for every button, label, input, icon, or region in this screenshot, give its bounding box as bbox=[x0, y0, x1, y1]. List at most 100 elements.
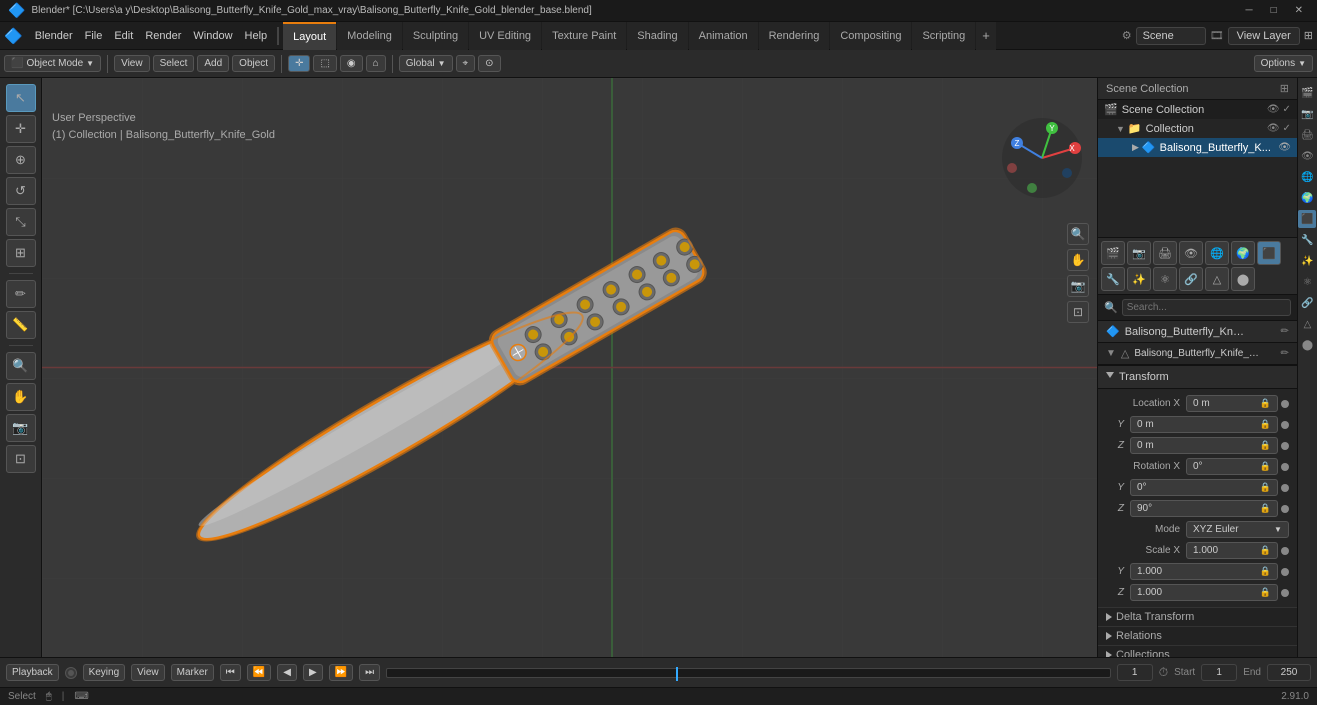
render-props-icon[interactable]: 📷 bbox=[1298, 105, 1316, 123]
scale-x-input[interactable]: 1.000 🔒 bbox=[1186, 542, 1278, 559]
start-frame-input[interactable] bbox=[1201, 664, 1237, 681]
rotation-x-input[interactable]: 0° 🔒 bbox=[1186, 458, 1278, 475]
camera-tool[interactable]: 📷 bbox=[6, 414, 36, 442]
rotation-z-keyframe-dot[interactable] bbox=[1281, 505, 1289, 513]
next-keyframe-btn[interactable]: ⏩ bbox=[329, 664, 353, 681]
timeline-scrubber[interactable] bbox=[386, 668, 1111, 678]
view-layer-label[interactable]: View Layer bbox=[1228, 27, 1300, 45]
transform-section-header[interactable]: Transform bbox=[1098, 365, 1297, 389]
rotation-y-keyframe-dot[interactable] bbox=[1281, 484, 1289, 492]
check-icon-collection[interactable]: ✓ bbox=[1283, 123, 1291, 134]
prop-tab-modifier[interactable]: 🔧 bbox=[1101, 267, 1125, 291]
annotate-tool[interactable]: ✏ bbox=[6, 280, 36, 308]
current-frame-input[interactable] bbox=[1117, 664, 1153, 681]
collection-row[interactable]: ▼ 📁 Collection 👁 ✓ bbox=[1098, 119, 1297, 138]
rotation-z-input[interactable]: 90° 🔒 bbox=[1130, 500, 1278, 517]
scale-y-keyframe-dot[interactable] bbox=[1281, 568, 1289, 576]
particles-props-icon[interactable]: ✨ bbox=[1298, 252, 1316, 270]
menu-edit[interactable]: Edit bbox=[108, 28, 139, 44]
jump-start-btn[interactable]: ⏮ bbox=[220, 664, 241, 681]
eye-icon-scene[interactable]: 👁 bbox=[1267, 104, 1280, 115]
transform-tool[interactable]: ⊞ bbox=[6, 239, 36, 267]
proportional-btn[interactable]: ⊙ bbox=[478, 55, 500, 72]
menu-file[interactable]: File bbox=[79, 28, 109, 44]
select-box-tool[interactable]: ⬚ bbox=[313, 55, 336, 72]
close-btn[interactable]: ✕ bbox=[1289, 5, 1309, 16]
modifier-props-icon[interactable]: 🔧 bbox=[1298, 231, 1316, 249]
data-props-icon[interactable]: △ bbox=[1298, 315, 1316, 333]
scene-props-icon[interactable]: 🎬 bbox=[1298, 84, 1316, 102]
rotation-y-input[interactable]: 0° 🔒 bbox=[1130, 479, 1278, 496]
rotation-mode-select[interactable]: XYZ Euler ▼ bbox=[1186, 521, 1289, 538]
tab-texture-paint[interactable]: Texture Paint bbox=[542, 22, 626, 50]
location-z-keyframe-dot[interactable] bbox=[1281, 442, 1289, 450]
location-y-input[interactable]: 0 m 🔒 bbox=[1130, 416, 1278, 433]
location-x-keyframe-dot[interactable] bbox=[1281, 400, 1289, 408]
options-btn[interactable]: Options ▼ bbox=[1254, 55, 1313, 72]
location-z-input[interactable]: 0 m 🔒 bbox=[1130, 437, 1278, 454]
tab-scripting[interactable]: Scripting bbox=[912, 22, 975, 50]
scale-z-input[interactable]: 1.000 🔒 bbox=[1130, 584, 1278, 601]
play-btn[interactable]: ▶ bbox=[303, 664, 323, 681]
menu-blender[interactable]: Blender bbox=[29, 28, 79, 44]
filter-icon[interactable]: ⊞ bbox=[1304, 29, 1313, 42]
world-props-icon[interactable]: 🌍 bbox=[1298, 189, 1316, 207]
add-workspace-btn[interactable]: + bbox=[976, 22, 996, 50]
zoom-tool[interactable]: 🔍 bbox=[6, 352, 36, 380]
tab-rendering[interactable]: Rendering bbox=[759, 22, 830, 50]
collections-section[interactable]: Collections bbox=[1098, 645, 1297, 657]
viewport[interactable]: User Perspective (1) Collection | Baliso… bbox=[42, 78, 1097, 657]
play-reverse-btn[interactable]: ◀ bbox=[277, 664, 297, 681]
tab-shading[interactable]: Shading bbox=[627, 22, 687, 50]
select-lasso-tool[interactable]: ⌂ bbox=[366, 55, 386, 72]
render-region-tool[interactable]: ⊡ bbox=[6, 445, 36, 473]
relations-section[interactable]: Relations bbox=[1098, 626, 1297, 645]
prop-tab-world[interactable]: 🌍 bbox=[1231, 241, 1255, 265]
prop-tab-constraints[interactable]: 🔗 bbox=[1179, 267, 1203, 291]
scale-x-keyframe-dot[interactable] bbox=[1281, 547, 1289, 555]
physics-props-icon[interactable]: ⚛ bbox=[1298, 273, 1316, 291]
minimize-btn[interactable]: ─ bbox=[1239, 5, 1258, 16]
prop-tab-particles[interactable]: ✨ bbox=[1127, 267, 1151, 291]
scene2-props-icon[interactable]: 🌐 bbox=[1298, 168, 1316, 186]
tab-animation[interactable]: Animation bbox=[689, 22, 758, 50]
snap-btn[interactable]: ⌖ bbox=[456, 55, 476, 72]
scene-input[interactable] bbox=[1136, 27, 1206, 45]
pan-viewport-icon[interactable]: ✋ bbox=[1067, 249, 1089, 271]
scale-y-input[interactable]: 1.000 🔒 bbox=[1130, 563, 1278, 580]
add-menu[interactable]: Add bbox=[197, 55, 229, 72]
zoom-in-icon[interactable]: 🔍 bbox=[1067, 223, 1089, 245]
camera-viewport-icon[interactable]: 📷 bbox=[1067, 275, 1089, 297]
outliner-filter-icon[interactable]: ⊞ bbox=[1280, 82, 1289, 95]
delta-transform-section[interactable]: Delta Transform bbox=[1098, 607, 1297, 626]
data-dropdown-icon[interactable]: ▼ bbox=[1106, 348, 1116, 359]
prop-tab-material[interactable]: ⬤ bbox=[1231, 267, 1255, 291]
render-mode-icon[interactable]: ⊡ bbox=[1067, 301, 1089, 323]
location-x-input[interactable]: 0 m 🔒 bbox=[1186, 395, 1278, 412]
material-props-icon[interactable]: ⬤ bbox=[1298, 336, 1316, 354]
move-tool[interactable]: ⊕ bbox=[6, 146, 36, 174]
view-layer-props-icon[interactable]: 👁 bbox=[1298, 147, 1316, 165]
maximize-btn[interactable]: □ bbox=[1265, 5, 1283, 16]
measure-tool[interactable]: 📏 bbox=[6, 311, 36, 339]
view-menu-timeline[interactable]: View bbox=[131, 664, 165, 681]
prop-tab-data[interactable]: △ bbox=[1205, 267, 1229, 291]
prev-keyframe-btn[interactable]: ⏪ bbox=[247, 664, 271, 681]
tab-compositing[interactable]: Compositing bbox=[830, 22, 911, 50]
tab-layout[interactable]: Layout bbox=[283, 22, 336, 50]
select-circle-tool[interactable]: ◉ bbox=[340, 55, 363, 72]
scale-tool[interactable]: ⤡ bbox=[6, 208, 36, 236]
view-menu[interactable]: View bbox=[114, 55, 150, 72]
object-menu[interactable]: Object bbox=[232, 55, 275, 72]
prop-tab-scene2[interactable]: 🌐 bbox=[1205, 241, 1229, 265]
playback-menu[interactable]: Playback bbox=[6, 664, 59, 681]
rotate-tool[interactable]: ↺ bbox=[6, 177, 36, 205]
object-row[interactable]: ▶ 🔷 Balisong_Butterfly_K... 👁 bbox=[1098, 138, 1297, 157]
object-props-icon[interactable]: ⬛ bbox=[1298, 210, 1316, 228]
scale-z-keyframe-dot[interactable] bbox=[1281, 589, 1289, 597]
mode-selector[interactable]: ⬛ Object Mode ▼ bbox=[4, 55, 101, 72]
prop-tab-scene[interactable]: 🎬 bbox=[1101, 241, 1125, 265]
pan-tool[interactable]: ✋ bbox=[6, 383, 36, 411]
obj-name-icon[interactable]: ✏ bbox=[1281, 326, 1289, 337]
menu-help[interactable]: Help bbox=[239, 28, 274, 44]
